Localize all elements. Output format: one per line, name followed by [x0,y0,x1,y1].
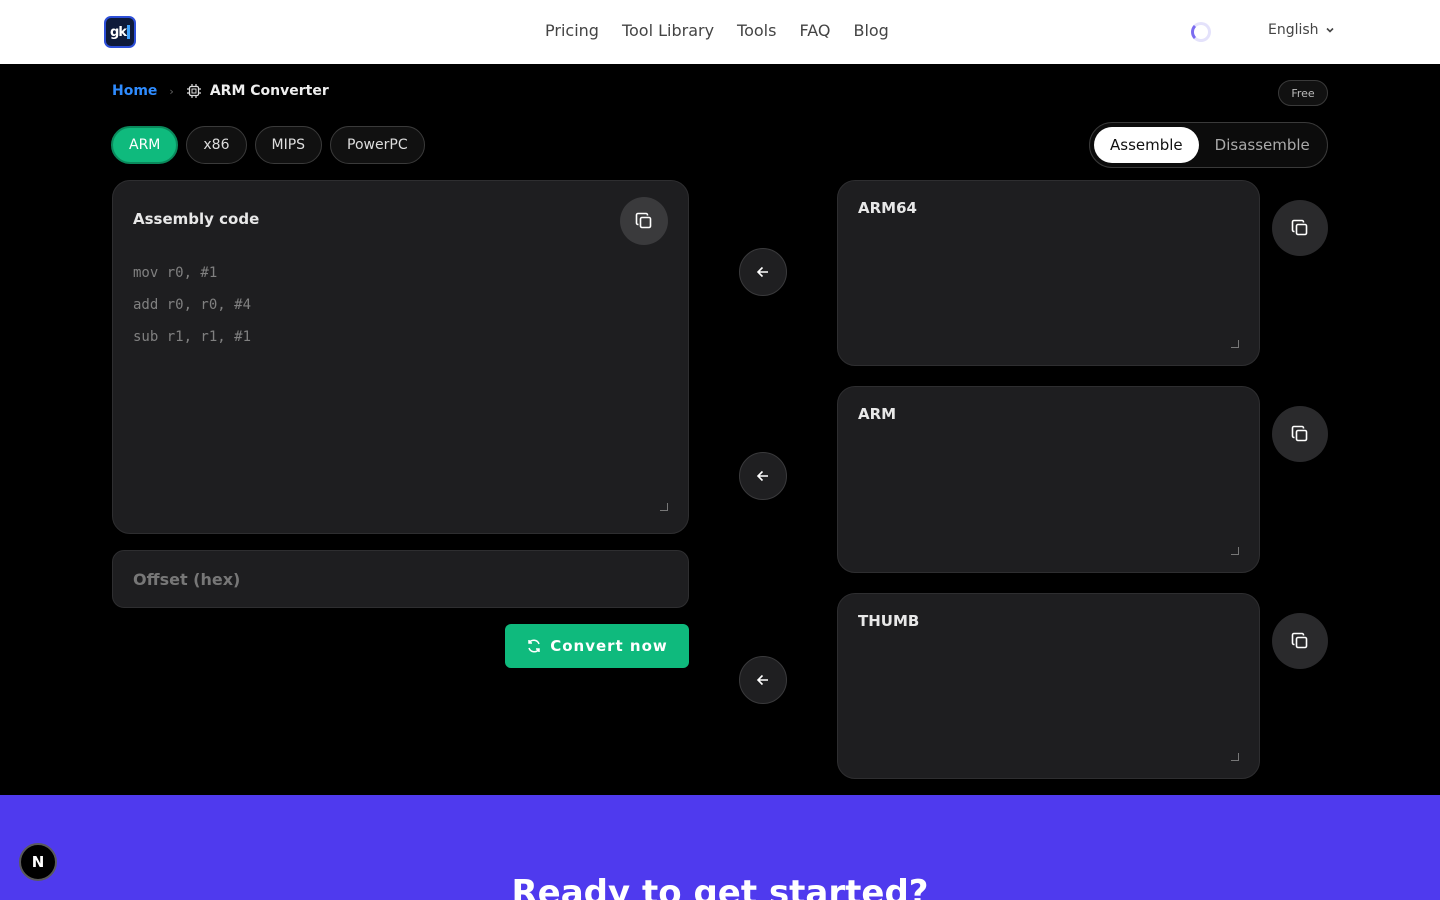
convert-label: Convert now [550,637,668,655]
main-nav: Pricing Tool Library Tools FAQ Blog [545,20,912,42]
breadcrumb-separator: › [169,84,174,98]
tab-arm[interactable]: ARM [111,126,179,164]
logo[interactable]: gk [104,16,136,48]
arrow-left-icon [756,674,768,686]
placeholder-line: add r0, r0, #4 [133,297,252,313]
assemble-button[interactable]: Assemble [1094,127,1199,163]
output-panel-arm[interactable]: ARM [837,386,1260,573]
tab-powerpc[interactable]: PowerPC [330,126,425,164]
breadcrumb-current: ARM Converter [209,83,329,99]
output-panel-arm64[interactable]: ARM64 [837,180,1260,366]
chevron-down-icon [1325,27,1334,33]
assembly-input-panel[interactable]: Assembly code mov r0, #1 add r0, r0, #4 su… [112,180,689,534]
output-panel-thumb[interactable]: THUMB [837,593,1260,779]
output-label-arm64: ARM64 [858,199,917,217]
refresh-icon [528,639,540,653]
copy-thumb-button[interactable] [1272,613,1328,669]
output-label-arm: ARM [858,405,897,423]
arrow-left-icon [756,266,768,278]
nav-faq[interactable]: FAQ [799,20,830,42]
arrow-left-button-arm[interactable] [739,452,787,500]
nav-pricing[interactable]: Pricing [545,20,599,42]
mode-toggle: Assemble Disassemble [1089,122,1328,168]
cta-title: Ready to get started? [511,873,929,900]
nav-tool-library[interactable]: Tool Library [622,20,714,42]
resize-handle[interactable] [660,503,668,511]
convert-button[interactable]: Convert now [505,624,689,668]
assembly-code-placeholder: mov r0, #1 add r0, r0, #4 sub r1, r1, #1 [133,257,251,353]
copy-icon [1291,219,1308,236]
chip-icon [186,84,201,98]
logo-text: gk [110,24,127,40]
offset-field[interactable]: Offset (hex) [112,550,689,608]
nav-blog[interactable]: Blog [853,20,888,42]
floating-badge[interactable]: N [19,843,57,881]
copy-icon [1291,425,1308,442]
breadcrumb: Home › ARM Converter [112,83,329,99]
arrow-left-button-thumb[interactable] [739,656,787,704]
free-badge: Free [1278,80,1328,106]
resize-handle[interactable] [1231,340,1239,348]
output-label-thumb: THUMB [858,612,920,630]
resize-handle[interactable] [1231,753,1239,761]
placeholder-line: sub r1, r1, #1 [133,329,252,345]
architecture-tabs: ARM x86 MIPS PowerPC [111,126,425,164]
language-label: English [1268,22,1319,38]
resize-handle[interactable] [1231,547,1239,555]
breadcrumb-home[interactable]: Home [112,83,157,99]
arrow-left-button-arm64[interactable] [739,248,787,296]
spinner-icon [1191,22,1211,42]
nav-tools[interactable]: Tools [737,20,776,42]
language-select[interactable]: English [1268,22,1335,38]
copy-input-button[interactable] [620,197,668,245]
top-header: gk Pricing Tool Library Tools FAQ Blog E… [0,0,1440,64]
logo-bar-icon [126,25,130,39]
arrow-left-icon [756,470,768,482]
tab-mips[interactable]: MIPS [254,126,323,164]
tab-x86[interactable]: x86 [186,126,247,164]
copy-arm64-button[interactable] [1272,200,1328,256]
disassemble-button[interactable]: Disassemble [1199,127,1326,163]
placeholder-line: mov r0, #1 [133,265,218,281]
copy-icon [1291,632,1308,649]
copy-arm-button[interactable] [1272,406,1328,462]
assembly-code-label: Assembly code [133,210,260,228]
cta-section: Ready to get started? [0,795,1440,900]
copy-icon [635,212,652,229]
